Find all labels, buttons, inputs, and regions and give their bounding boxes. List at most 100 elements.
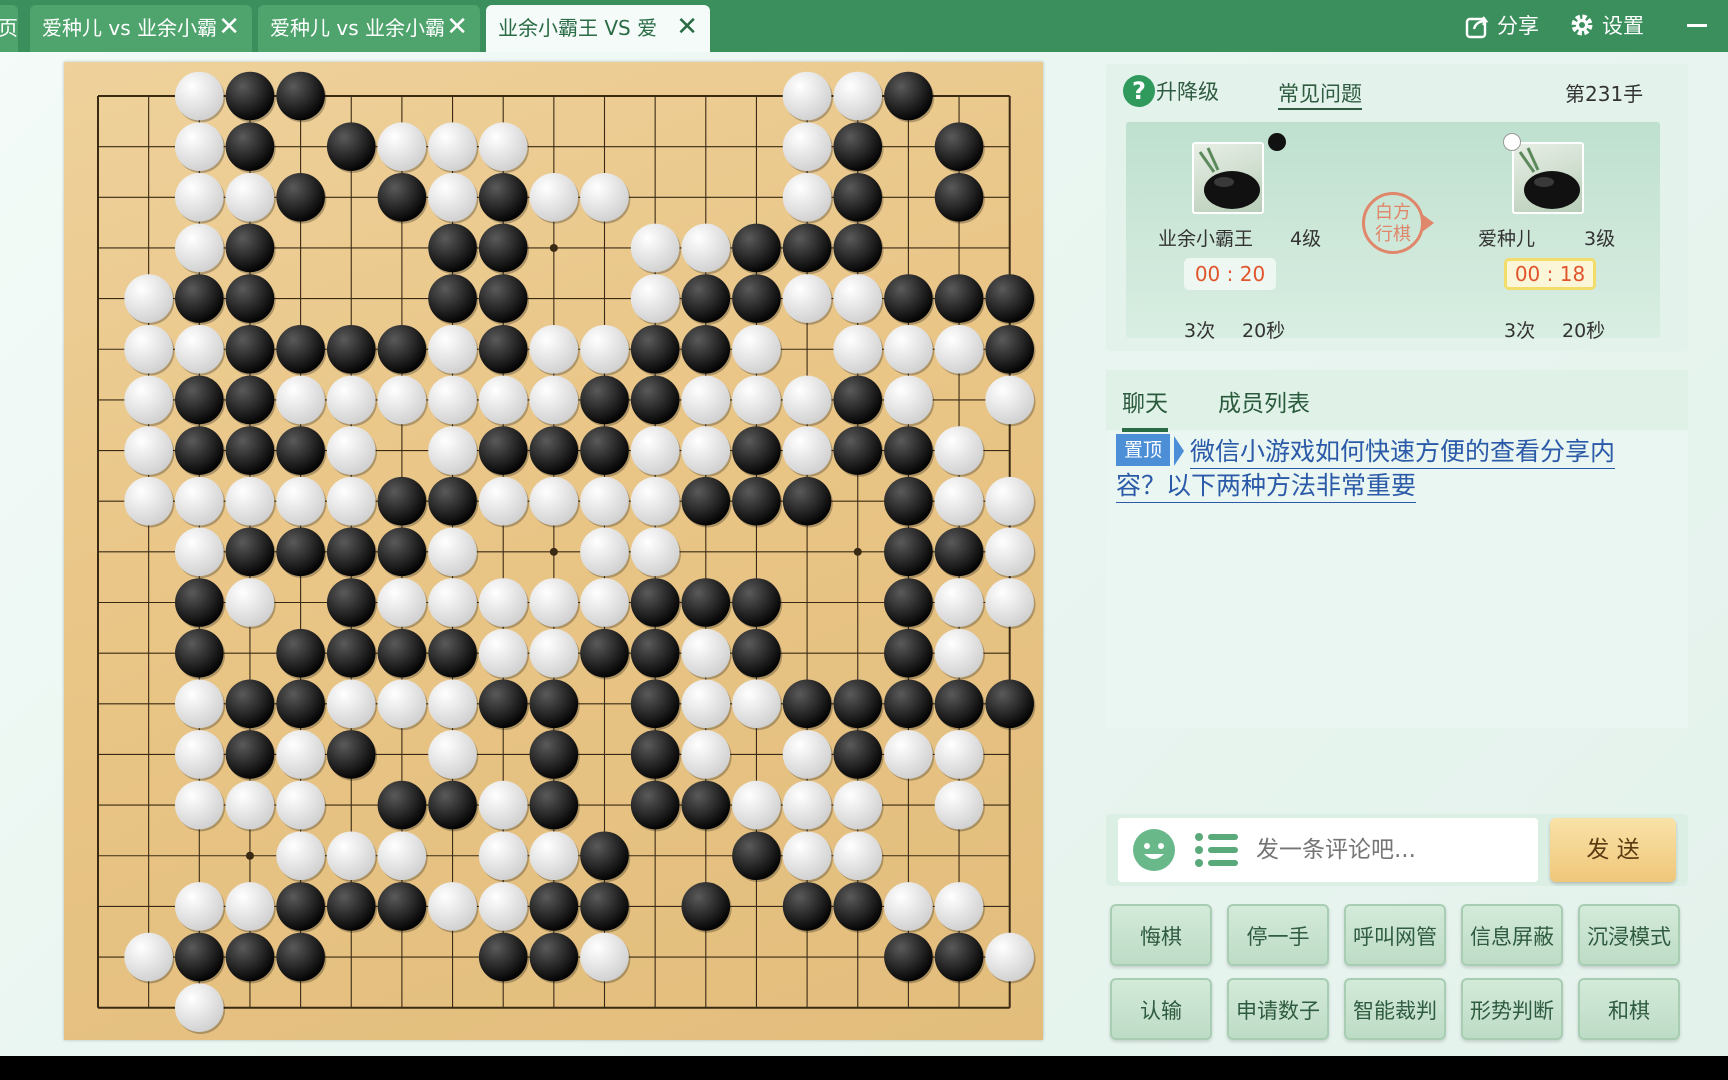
call-admin-button[interactable]: 呼叫网管 [1344, 904, 1446, 966]
black-stone [428, 223, 477, 273]
black-stone [175, 274, 224, 323]
white-player-rank: 3级 [1584, 228, 1616, 250]
white-stone [833, 324, 883, 374]
go-board[interactable] [64, 62, 1043, 1040]
white-stone [782, 730, 832, 779]
faq-link[interactable]: 常见问题 [1278, 78, 1362, 110]
minimize-button[interactable] [1687, 24, 1707, 27]
white-stone [884, 730, 933, 779]
tab-label: 业余小霸王 VS 爱 [498, 16, 658, 40]
black-stone [884, 527, 933, 577]
pinned-message-line2[interactable]: 容？以下两种方法非常重要 [1116, 466, 1417, 503]
white-stone [833, 780, 883, 830]
black-stone [225, 527, 275, 577]
black-stone [732, 476, 781, 526]
white-stone [478, 375, 528, 425]
send-button[interactable]: 发 送 [1550, 818, 1676, 882]
white-stone [884, 375, 933, 425]
black-stone [884, 476, 933, 526]
white-stone [681, 426, 731, 475]
black-stone [478, 426, 528, 475]
white-stone [681, 628, 731, 678]
white-stone [580, 527, 629, 577]
turn-arrow-icon [1422, 214, 1434, 232]
white-stone [529, 375, 579, 425]
black-stone [225, 223, 275, 273]
black-stone [985, 324, 1034, 374]
white-stone [478, 578, 528, 627]
white-stone [326, 831, 376, 881]
tab-game-3[interactable]: 业余小霸王 VS 爱 ✕ [486, 5, 710, 52]
pass-button[interactable]: 停一手 [1227, 904, 1329, 966]
white-stone [782, 274, 832, 323]
white-stone [428, 730, 477, 779]
black-stone [985, 274, 1034, 323]
close-icon[interactable]: ✕ [446, 5, 468, 50]
black-stone [884, 628, 933, 678]
pinned-message-line1[interactable]: 微信小游戏如何快速方便的查看分享内 [1190, 432, 1616, 469]
share-icon [1465, 16, 1489, 39]
black-stone [478, 173, 528, 222]
black-stone [276, 527, 325, 577]
star-point [853, 547, 862, 556]
tab-game-2[interactable]: 爱种儿 vs 业余小霸 ✕ [258, 5, 480, 52]
black-stone [934, 679, 984, 729]
black-stone [225, 932, 275, 982]
white-stone [175, 679, 224, 729]
white-stone [478, 628, 528, 678]
block-info-button[interactable]: 信息屏蔽 [1461, 904, 1563, 966]
settings-button[interactable]: 设置 [1568, 6, 1644, 46]
close-icon[interactable]: ✕ [676, 5, 698, 50]
comment-input-box[interactable] [1118, 818, 1538, 882]
white-stone [985, 476, 1034, 526]
undo-button[interactable]: 悔棋 [1110, 904, 1212, 966]
svg-text:?: ? [1132, 77, 1146, 105]
tab-game-1[interactable]: 爱种儿 vs 业余小霸 ✕ [30, 5, 252, 52]
white-stone [681, 679, 731, 729]
white-stone [580, 932, 629, 982]
black-stone [225, 122, 275, 171]
white-stone [175, 780, 224, 830]
black-stone [934, 274, 984, 323]
position-judgment-button[interactable]: 形势判断 [1461, 978, 1563, 1040]
white-stone [428, 882, 477, 931]
white-stone [276, 476, 325, 526]
resign-button[interactable]: 认输 [1110, 978, 1212, 1040]
white-stone [732, 679, 781, 729]
white-stone [884, 324, 933, 374]
black-stone [833, 882, 883, 931]
emoji-icon[interactable] [1132, 828, 1176, 872]
black-stone [681, 780, 731, 830]
black-stone [377, 628, 427, 678]
black-stone [630, 628, 680, 678]
black-stone [884, 578, 933, 627]
share-button[interactable]: 分享 [1465, 6, 1539, 46]
white-stone [377, 831, 427, 881]
draw-button[interactable]: 和棋 [1578, 978, 1680, 1040]
black-stone [833, 173, 883, 222]
white-stone [377, 679, 427, 729]
tab-label: 页 [0, 16, 18, 40]
white-stone [732, 375, 781, 425]
black-byoyomi-count: 3次 [1184, 320, 1216, 342]
close-icon[interactable]: ✕ [218, 5, 240, 50]
star-point [549, 243, 558, 252]
promotion-link[interactable]: ? 升降级 [1122, 74, 1219, 108]
black-stone [985, 679, 1034, 729]
white-stone [833, 274, 883, 323]
ai-judge-button[interactable]: 智能裁判 [1344, 978, 1446, 1040]
tab-home[interactable]: 页 [0, 5, 18, 52]
white-stone [377, 578, 427, 627]
share-label: 分享 [1497, 14, 1539, 38]
tab-chat[interactable]: 聊天 [1122, 384, 1168, 432]
comment-input[interactable] [1254, 828, 1528, 872]
tab-members[interactable]: 成员列表 [1218, 384, 1310, 418]
request-count-button[interactable]: 申请数子 [1227, 978, 1329, 1040]
white-stone [630, 426, 680, 475]
white-stone [580, 324, 629, 374]
white-stone [428, 527, 477, 577]
board-canvas[interactable] [64, 62, 1043, 1040]
white-stone [377, 375, 427, 425]
immersive-mode-button[interactable]: 沉浸模式 [1578, 904, 1680, 966]
list-icon[interactable] [1194, 832, 1240, 868]
